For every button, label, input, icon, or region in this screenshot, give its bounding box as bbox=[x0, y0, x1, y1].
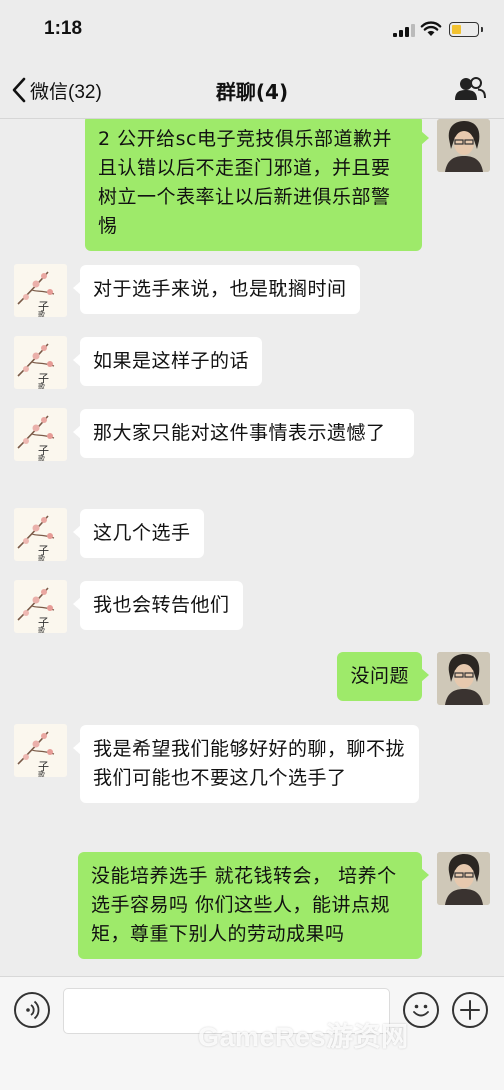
svg-text:歌: 歌 bbox=[38, 626, 45, 633]
voice-icon bbox=[26, 1000, 40, 1020]
battery-icon bbox=[449, 22, 483, 37]
flower-avatar[interactable]: 子歌 bbox=[14, 580, 67, 633]
svg-text:歌: 歌 bbox=[38, 310, 45, 317]
outgoing-message[interactable]: 2 公开给sc电子竞技俱乐部道歉并且认错以后不走歪门邪道，并且要树立一个表率让以… bbox=[85, 119, 429, 251]
incoming-message[interactable]: 我是希望我们能够好好的聊，聊不拢 我们可能也不要这几个选手了 bbox=[73, 725, 419, 803]
flower-avatar[interactable]: 子歌 bbox=[14, 408, 67, 461]
status-bar: 1:18 bbox=[0, 0, 504, 62]
incoming-message[interactable]: 这几个选手 bbox=[73, 509, 204, 558]
wifi-icon bbox=[420, 21, 442, 36]
incoming-message[interactable]: 如果是这样子的话 bbox=[72, 337, 263, 386]
svg-text:歌: 歌 bbox=[38, 770, 45, 777]
man-avatar[interactable] bbox=[437, 652, 490, 705]
outgoing-message[interactable]: 没能培养选手 就花钱转会， 培养个选手容易吗 你们这些人，能讲点规矩，尊重下别人… bbox=[78, 852, 429, 959]
signal-icon bbox=[393, 23, 415, 37]
incoming-message[interactable]: 对于选手来说，也是耽搁时间 bbox=[73, 265, 360, 314]
status-time: 1:18 bbox=[44, 18, 83, 39]
outgoing-message[interactable]: 没问题 bbox=[337, 652, 429, 701]
people-icon[interactable] bbox=[454, 77, 486, 101]
flower-avatar[interactable]: 子歌 bbox=[14, 264, 67, 317]
man-avatar[interactable] bbox=[437, 852, 490, 905]
message-list[interactable]: 2 公开给sc电子竞技俱乐部道歉并且认错以后不走歪门邪道，并且要树立一个表率让以… bbox=[0, 119, 504, 976]
voice-button[interactable] bbox=[14, 992, 50, 1028]
plus-icon bbox=[460, 1000, 480, 1020]
flower-avatar[interactable]: 子歌 bbox=[14, 724, 67, 777]
incoming-message[interactable]: 我也会转告他们 bbox=[73, 581, 243, 630]
chat-title: 群聊(4) bbox=[215, 80, 289, 104]
emoji-icon bbox=[413, 1004, 429, 1017]
svg-text:歌: 歌 bbox=[38, 454, 45, 461]
watermark: GameRes游资网 bbox=[198, 1022, 409, 1052]
flower-avatar[interactable]: 子歌 bbox=[14, 336, 67, 389]
man-avatar[interactable] bbox=[437, 119, 490, 172]
home-indicator bbox=[0, 1079, 504, 1089]
nav-bar: 微信(32) 群聊(4) bbox=[0, 62, 504, 119]
flower-avatar[interactable]: 子歌 bbox=[14, 508, 67, 561]
svg-text:歌: 歌 bbox=[38, 554, 45, 561]
svg-text:歌: 歌 bbox=[38, 382, 45, 389]
more-button[interactable] bbox=[452, 992, 488, 1028]
incoming-message[interactable]: 那大家只能对这件事情表示遗憾了 bbox=[73, 409, 414, 458]
